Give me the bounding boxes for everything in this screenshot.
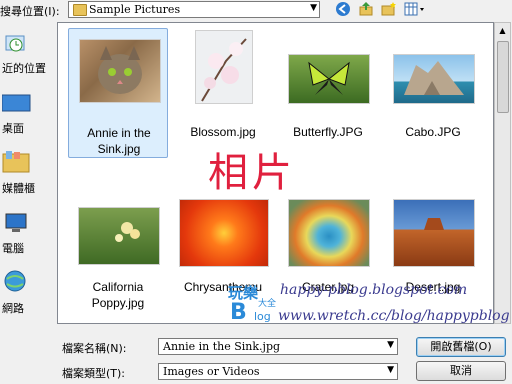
chevron-down-icon[interactable]: ▼ xyxy=(387,365,394,375)
file-tile-annie[interactable]: Annie in the Sink.jpg xyxy=(68,28,168,158)
back-arrow-icon[interactable] xyxy=(334,1,352,18)
file-thumbnail xyxy=(288,199,370,267)
file-thumbnail xyxy=(179,199,269,267)
place-label-desktop: 桌面 xyxy=(2,122,24,135)
file-name: Butterfly.JPG xyxy=(293,125,363,139)
computer-icon xyxy=(2,212,30,234)
open-button[interactable]: 開啟舊檔(O) xyxy=(416,337,506,357)
filetype-value: Images or Videos xyxy=(163,365,260,378)
desktop-icon xyxy=(1,92,31,114)
dialog-footer: 檔案名稱(N): Annie in the Sink.jpg ▼ 檔案類型(T)… xyxy=(0,328,512,384)
filetype-select[interactable]: Images or Videos ▼ xyxy=(158,363,398,380)
file-name: California Poppy.jpg xyxy=(91,280,145,310)
look-in-combobox[interactable]: Sample Pictures ▼ xyxy=(68,1,320,18)
libraries-icon xyxy=(2,150,30,173)
network-icon xyxy=(2,270,30,292)
file-thumbnail xyxy=(288,54,370,104)
file-thumbnail xyxy=(393,199,475,267)
watermark-blog-url-2: www.wretch.cc/blog/happypblog xyxy=(278,308,510,324)
watermark-title: 相片 xyxy=(208,150,296,196)
file-tile-blossom[interactable]: Blossom.jpg xyxy=(173,28,273,158)
new-folder-icon[interactable] xyxy=(380,1,398,18)
file-tile-butterfly[interactable]: Butterfly.JPG xyxy=(278,28,378,158)
look-in-label: 搜尋位置(I): xyxy=(0,5,60,18)
look-in-bar: 搜尋位置(I): Sample Pictures ▼ xyxy=(0,0,512,20)
watermark-blog-url-1: happy-pblog.blogspot.com xyxy=(280,282,468,298)
filetype-label: 檔案類型(T): xyxy=(62,367,126,380)
cancel-button[interactable]: 取消 xyxy=(416,361,506,381)
chevron-down-icon[interactable]: ▼ xyxy=(310,3,317,13)
place-computer[interactable]: 電腦 xyxy=(0,208,48,260)
filename-value: Annie in the Sink.jpg xyxy=(163,340,281,353)
recent-places-icon xyxy=(2,32,30,54)
filename-label: 檔案名稱(N): xyxy=(62,342,127,355)
place-libraries[interactable]: 媒體櫃 xyxy=(0,148,48,200)
place-recent[interactable]: 近的位置 xyxy=(0,28,48,80)
file-thumbnail xyxy=(393,54,475,104)
up-folder-icon[interactable] xyxy=(357,1,375,18)
vertical-scrollbar[interactable]: ▲ xyxy=(494,22,511,324)
scroll-up-icon[interactable]: ▲ xyxy=(495,23,510,39)
file-name: Cabo.JPG xyxy=(405,125,461,139)
look-in-value: Sample Pictures xyxy=(89,3,181,16)
file-thumbnail xyxy=(78,207,160,265)
filename-field[interactable]: Annie in the Sink.jpg ▼ xyxy=(158,338,398,355)
file-name: Blossom.jpg xyxy=(190,125,256,139)
file-tile-cabo[interactable]: Cabo.JPG xyxy=(383,28,483,158)
place-label-computer: 電腦 xyxy=(2,242,24,255)
file-tile-california-poppy[interactable]: California Poppy.jpg xyxy=(68,183,168,313)
file-thumbnail xyxy=(79,39,161,103)
place-label-recent: 近的位置 xyxy=(2,62,46,75)
file-thumbnail xyxy=(195,30,253,104)
folder-icon xyxy=(73,4,87,16)
place-label-network: 網路 xyxy=(2,302,24,315)
place-desktop[interactable]: 桌面 xyxy=(0,88,48,140)
place-label-libraries: 媒體櫃 xyxy=(2,182,35,195)
chevron-down-icon[interactable]: ▼ xyxy=(387,340,394,350)
places-bar: 近的位置 桌面 媒體櫃 電腦 網路 xyxy=(0,22,48,322)
views-menu-icon[interactable] xyxy=(402,1,428,18)
file-name: Annie in the Sink.jpg xyxy=(87,126,151,156)
blog-logo: 玩樂 B log 大全 xyxy=(228,284,277,325)
scrollbar-thumb[interactable] xyxy=(497,41,509,113)
place-network[interactable]: 網路 xyxy=(0,268,48,320)
